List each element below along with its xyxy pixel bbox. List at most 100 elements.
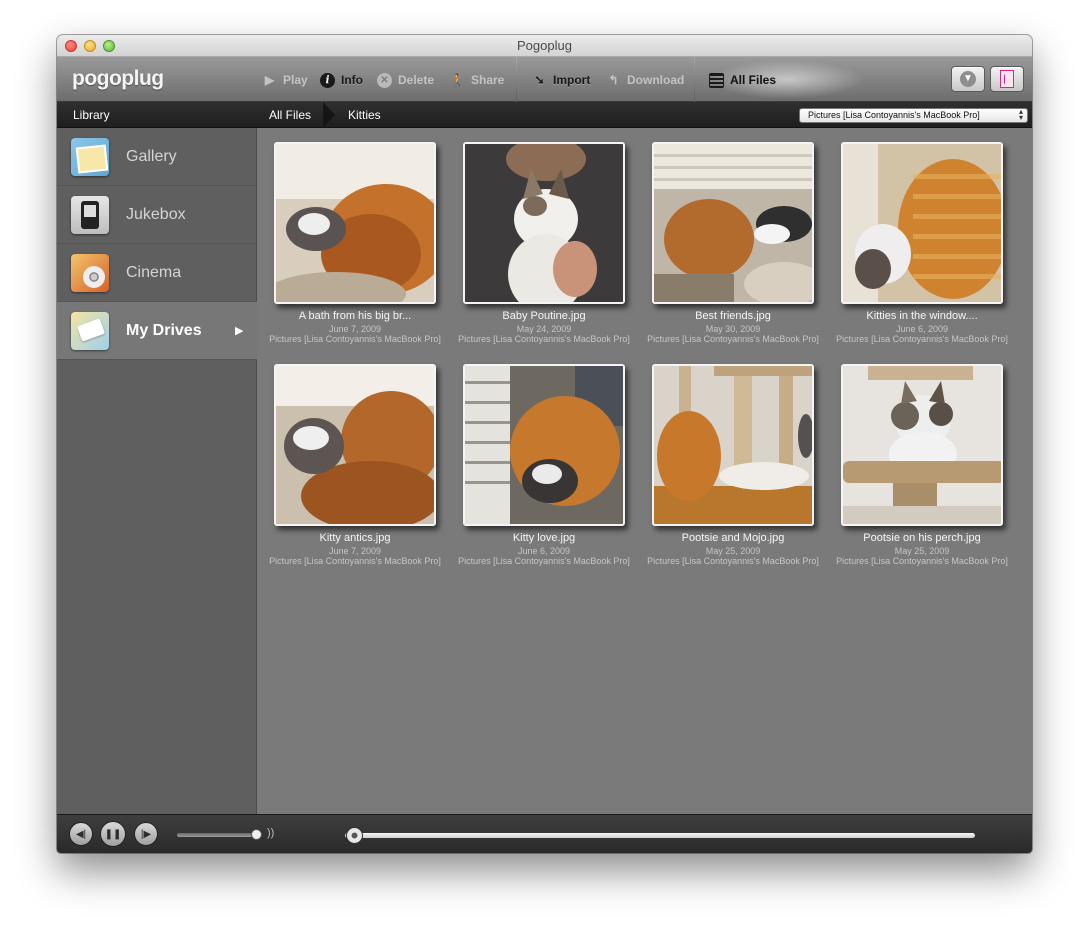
photo-thumbnail[interactable] [841, 364, 1003, 526]
delete-button[interactable]: ✕ Delete [377, 71, 434, 89]
chevron-right-icon: ▶ [235, 325, 244, 337]
breadcrumb-separator-icon [322, 102, 337, 128]
pause-icon: ❚❚ [104, 828, 122, 840]
pause-button[interactable]: ❚❚ [100, 821, 126, 847]
file-source: Pictures [Lisa Contoyannis's MacBook Pro… [836, 334, 1008, 344]
file-grid: A bath from his big br... June 7, 2009 P… [258, 128, 1032, 814]
share-icon: 🚶 [450, 72, 465, 87]
sidebar-item-label: Jukebox [126, 205, 186, 223]
play-label: Play [283, 73, 308, 87]
file-tile[interactable]: Kitty love.jpg June 6, 2009 Pictures [Li… [450, 357, 630, 587]
seek-slider[interactable] [345, 833, 975, 838]
file-date: June 7, 2009 [328, 324, 382, 334]
next-icon: |▶ [140, 828, 152, 840]
import-button[interactable]: ➘ Import [532, 71, 590, 89]
photo-thumbnail[interactable] [652, 142, 814, 304]
delete-label: Delete [398, 73, 435, 87]
sidebar: Gallery Jukebox Cinema My Drives ▶ [57, 128, 257, 814]
import-label: Import [553, 73, 591, 87]
toolbar-divider [694, 57, 695, 102]
logout-button[interactable] [990, 66, 1024, 92]
breadcrumb-bar: Library All Files Kitties Pictures [Lisa… [57, 102, 1032, 128]
toolbar: pogoplug ▶ Play i Info ✕ Delete 🚶 Share … [57, 57, 1032, 102]
library-label: Library [73, 108, 110, 122]
sidebar-item-label: Gallery [126, 147, 177, 165]
file-date: May 24, 2009 [516, 324, 572, 334]
photo-thumbnail[interactable] [274, 364, 436, 526]
play-button[interactable]: ▶ Play [262, 71, 308, 89]
import-icon: ➘ [534, 72, 545, 87]
photo-thumbnail[interactable] [463, 142, 625, 304]
select-updown-icon: ▴ ▾ [1018, 108, 1023, 122]
drives-icon [71, 312, 109, 350]
file-name: Kitty antics.jpg [319, 532, 391, 544]
file-tile[interactable]: A bath from his big br... June 7, 2009 P… [261, 135, 441, 365]
file-source: Pictures [Lisa Contoyannis's MacBook Pro… [836, 556, 1008, 566]
title-bar[interactable]: Pogoplug [57, 35, 1032, 57]
exit-door-icon [1000, 70, 1014, 88]
file-date: June 7, 2009 [328, 546, 382, 556]
breadcrumb-all-files[interactable]: All Files [269, 108, 311, 122]
file-date: May 25, 2009 [894, 546, 950, 556]
sidebar-item-cinema[interactable]: Cinema [57, 244, 257, 302]
download-label: Download [627, 73, 685, 87]
file-tile[interactable]: Pootsie and Mojo.jpg May 25, 2009 Pictur… [639, 357, 819, 587]
download-circle-icon: ▼ [960, 71, 976, 87]
sidebar-item-gallery[interactable]: Gallery [57, 128, 257, 186]
file-name: A bath from his big br... [298, 310, 412, 322]
play-icon: ▶ [264, 72, 275, 87]
download-button[interactable]: ↰ Download [606, 71, 684, 89]
volume-knob[interactable] [251, 829, 263, 840]
next-button[interactable]: |▶ [134, 822, 158, 846]
file-tile[interactable]: Best friends.jpg May 30, 2009 Pictures [… [639, 135, 819, 365]
share-button[interactable]: 🚶 Share [450, 71, 504, 89]
file-source: Pictures [Lisa Contoyannis's MacBook Pro… [458, 556, 630, 566]
all-files-label: All Files [730, 73, 777, 87]
photo-thumbnail[interactable] [841, 142, 1003, 304]
file-name: Kitties in the window.... [866, 310, 978, 322]
window-title: Pogoplug [517, 38, 572, 53]
breadcrumb-kitties[interactable]: Kitties [348, 108, 381, 122]
file-source: Pictures [Lisa Contoyannis's MacBook Pro… [269, 556, 441, 566]
photo-thumbnail[interactable] [652, 364, 814, 526]
player-bar: ◀| ❚❚ |▶ )) [57, 814, 1032, 853]
delete-icon: ✕ [377, 72, 392, 88]
info-button[interactable]: i Info [320, 71, 363, 89]
file-tile[interactable]: Baby Poutine.jpg May 24, 2009 Pictures [… [450, 135, 630, 365]
file-source: Pictures [Lisa Contoyannis's MacBook Pro… [269, 334, 441, 344]
info-label: Info [341, 73, 363, 87]
volume-slider[interactable] [177, 833, 259, 837]
file-name: Best friends.jpg [695, 310, 771, 322]
share-label: Share [471, 73, 505, 87]
app-window: Pogoplug pogoplug ▶ Play i Info ✕ Delete… [57, 35, 1032, 853]
source-select[interactable]: Pictures [Lisa Contoyannis's MacBook Pro… [799, 108, 1028, 123]
photo-thumbnail[interactable] [463, 364, 625, 526]
jukebox-icon [71, 196, 109, 234]
file-date: May 25, 2009 [705, 546, 761, 556]
gallery-icon [71, 138, 109, 176]
source-select-value: Pictures [Lisa Contoyannis's MacBook Pro… [808, 110, 980, 120]
pogoplug-logo: pogoplug [72, 67, 164, 90]
sidebar-item-label: My Drives [126, 321, 202, 339]
file-tile[interactable]: Kitties in the window.... June 6, 2009 P… [828, 135, 1008, 365]
download-manager-button[interactable]: ▼ [951, 66, 985, 92]
toolbar-divider [516, 57, 517, 102]
file-tile[interactable]: Kitty antics.jpg June 7, 2009 Pictures [… [261, 357, 441, 587]
file-name: Pootsie and Mojo.jpg [681, 532, 785, 544]
sidebar-item-label: Cinema [126, 263, 182, 281]
file-date: June 6, 2009 [895, 324, 949, 334]
all-files-button[interactable]: All Files [709, 71, 776, 89]
file-name: Pootsie on his perch.jpg [863, 532, 981, 544]
file-tile[interactable]: Pootsie on his perch.jpg May 25, 2009 Pi… [828, 357, 1008, 587]
sidebar-item-my-drives[interactable]: My Drives ▶ [57, 302, 257, 360]
seek-knob[interactable] [346, 827, 363, 844]
sidebar-item-jukebox[interactable]: Jukebox [57, 186, 257, 244]
cinema-icon [71, 254, 109, 292]
previous-button[interactable]: ◀| [69, 822, 93, 846]
file-date: May 30, 2009 [705, 324, 761, 334]
photo-thumbnail[interactable] [274, 142, 436, 304]
all-files-icon [709, 72, 724, 88]
file-date: June 6, 2009 [517, 546, 571, 556]
file-name: Kitty love.jpg [512, 532, 576, 544]
download-icon: ↰ [608, 72, 619, 87]
